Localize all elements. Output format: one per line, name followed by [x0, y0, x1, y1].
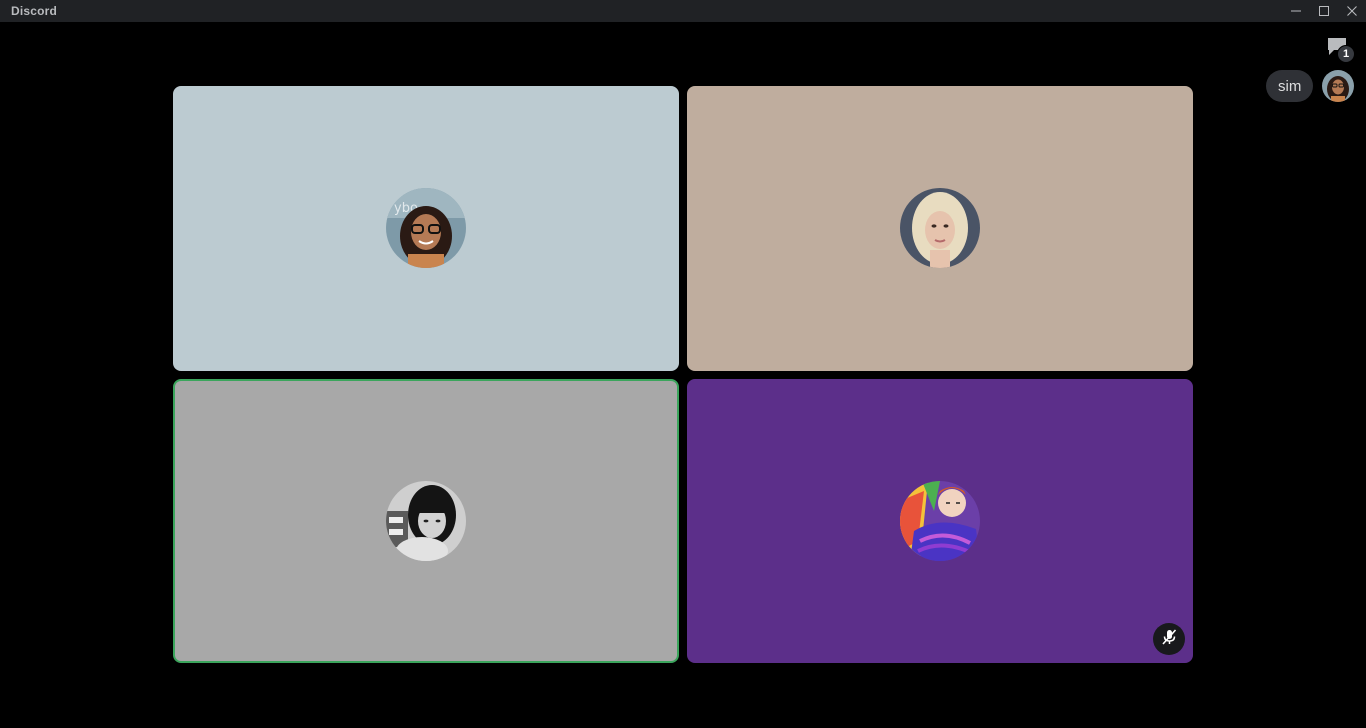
avatar: ybo: [386, 188, 466, 268]
minimize-button[interactable]: [1282, 0, 1310, 22]
unread-count-badge: 1: [1337, 45, 1355, 63]
microphone-muted-badge: [1153, 623, 1185, 655]
close-button[interactable]: [1338, 0, 1366, 22]
avatar: [900, 481, 980, 561]
minimize-icon: [1290, 5, 1302, 17]
participant-tile-2[interactable]: [687, 86, 1193, 371]
maximize-icon: [1318, 5, 1330, 17]
avatar: [386, 481, 466, 561]
participant-tile-4[interactable]: [687, 379, 1193, 663]
self-avatar[interactable]: [1322, 70, 1354, 102]
microphone-muted-icon: [1160, 628, 1178, 651]
participant-tile-1[interactable]: ybo: [173, 86, 679, 371]
avatar: [900, 188, 980, 268]
current-user-label: sim: [1266, 70, 1314, 102]
participant-tile-3[interactable]: [173, 379, 679, 663]
window-titlebar: Discord: [0, 0, 1366, 22]
close-icon: [1346, 5, 1358, 17]
maximize-button[interactable]: [1310, 0, 1338, 22]
app-title: Discord: [11, 4, 58, 18]
